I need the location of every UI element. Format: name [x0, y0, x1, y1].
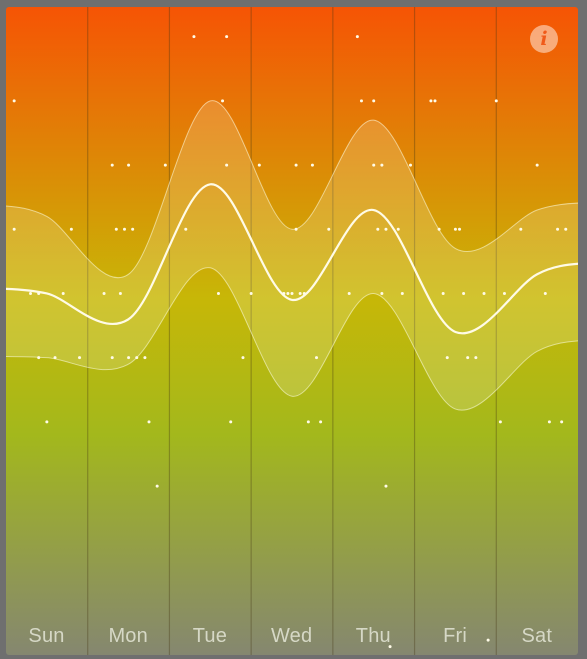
data-point: [225, 163, 229, 167]
data-point: [494, 99, 498, 103]
data-point: [458, 227, 462, 231]
data-point: [143, 356, 147, 360]
data-point: [376, 227, 380, 231]
data-point: [147, 420, 151, 424]
data-point: [466, 356, 470, 360]
data-point: [225, 35, 229, 39]
data-point: [127, 163, 131, 167]
data-point: [221, 99, 225, 103]
data-point: [135, 356, 139, 360]
data-point: [282, 291, 286, 295]
data-point: [396, 227, 400, 231]
data-point: [560, 420, 564, 424]
forecast-chart: i Sun Mon Tue Wed Thu Fri Sat: [6, 7, 578, 655]
data-point: [114, 227, 118, 231]
day-label-sat: Sat: [521, 625, 553, 647]
data-point: [294, 227, 298, 231]
data-point: [131, 227, 135, 231]
data-point: [433, 99, 437, 103]
data-point: [502, 291, 506, 295]
data-point: [163, 163, 167, 167]
day-label-mon: Mon: [108, 625, 148, 647]
data-point: [294, 163, 298, 167]
chart-plot: [6, 7, 578, 655]
data-point: [556, 227, 560, 231]
data-point: [453, 227, 457, 231]
day-label-wed: Wed: [270, 625, 313, 647]
info-icon[interactable]: i: [530, 25, 558, 53]
data-point: [78, 356, 82, 360]
data-point: [241, 356, 245, 360]
data-point: [257, 163, 261, 167]
data-point: [429, 99, 433, 103]
data-point: [547, 420, 551, 424]
data-point: [564, 227, 568, 231]
data-point: [372, 99, 376, 103]
data-point: [315, 356, 319, 360]
data-point: [229, 420, 233, 424]
data-point: [216, 291, 220, 295]
data-point: [355, 35, 359, 39]
data-point: [69, 227, 73, 231]
data-point: [441, 291, 445, 295]
data-point: [155, 484, 159, 488]
data-point: [127, 356, 131, 360]
day-label-sun: Sun: [28, 625, 65, 647]
data-point: [306, 420, 310, 424]
data-point: [192, 35, 196, 39]
data-point: [519, 227, 523, 231]
data-point: [310, 163, 314, 167]
data-point: [29, 291, 33, 295]
data-point: [372, 163, 376, 167]
data-point: [543, 291, 547, 295]
data-point: [298, 291, 302, 295]
day-label-fri: Fri: [443, 625, 468, 647]
data-point: [302, 291, 306, 295]
data-point: [37, 356, 41, 360]
data-point: [462, 291, 466, 295]
data-point: [498, 420, 502, 424]
data-point: [384, 227, 388, 231]
data-point: [474, 356, 478, 360]
data-point: [408, 163, 412, 167]
data-point: [445, 356, 449, 360]
data-point: [118, 291, 122, 295]
data-point: [110, 163, 114, 167]
data-point: [535, 163, 539, 167]
data-point: [400, 291, 404, 295]
data-point: [290, 291, 294, 295]
data-point: [286, 291, 290, 295]
data-point: [319, 420, 323, 424]
data-point: [37, 291, 41, 295]
data-point: [61, 291, 65, 295]
data-point: [384, 484, 388, 488]
day-label-thu: Thu: [355, 625, 391, 647]
data-point: [53, 356, 57, 360]
data-point: [482, 291, 486, 295]
data-point: [347, 291, 351, 295]
data-point: [12, 227, 16, 231]
data-point: [12, 99, 16, 103]
data-point: [380, 163, 384, 167]
data-point: [122, 227, 126, 231]
data-point: [249, 291, 253, 295]
data-point: [110, 356, 114, 360]
data-point: [437, 227, 441, 231]
day-label-tue: Tue: [192, 625, 228, 647]
data-point: [327, 227, 331, 231]
data-point: [359, 99, 363, 103]
data-point: [184, 227, 188, 231]
data-point: [102, 291, 106, 295]
data-point: [45, 420, 49, 424]
data-point: [380, 291, 384, 295]
